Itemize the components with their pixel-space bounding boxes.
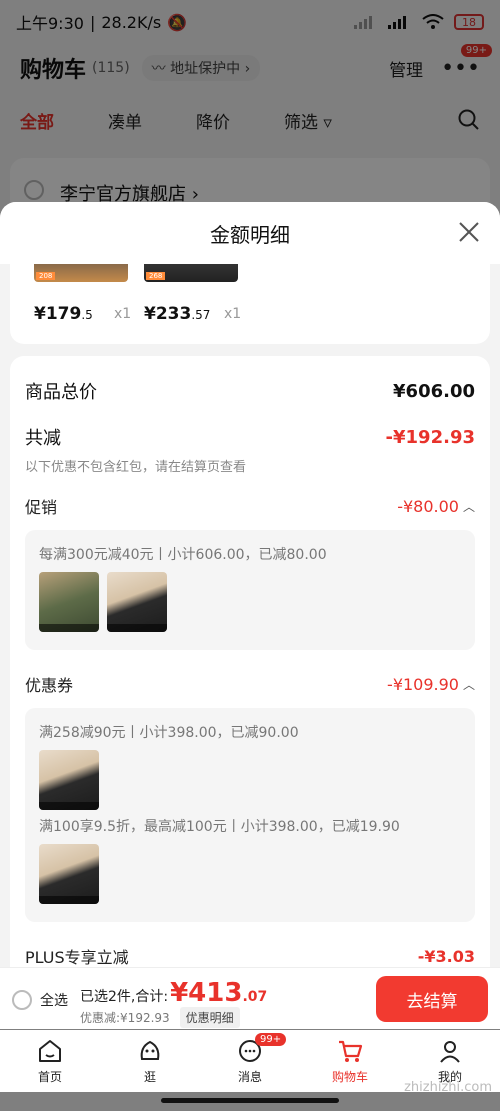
coupon-label: 优惠券 [25, 676, 74, 695]
product-thumbnail [107, 572, 167, 632]
sheet-title: 金额明细 [210, 222, 290, 247]
close-icon[interactable] [458, 221, 480, 243]
product-image: 268 [144, 264, 238, 282]
promo-label: 促销 [25, 498, 58, 517]
nav-home[interactable]: 首页 [0, 1030, 100, 1092]
nav-browse[interactable]: 逛 [100, 1030, 200, 1092]
select-all[interactable]: 全选 [12, 990, 68, 1010]
discount-amount: 优惠减:¥192.93 [80, 1011, 170, 1025]
plus-row: PLUS专享立减 -¥3.03 [25, 944, 475, 968]
coupon-detail-box: 满258减90元丨小计398.00，已减90.00 满100享9.5折，最高减1… [25, 708, 475, 922]
selected-products-card: 208 268 ¥179.5 x1 ¥233.57 x1 [10, 264, 490, 344]
messages-badge: 99+ [255, 1033, 287, 1046]
discount-line: 优惠减:¥192.93 优惠明细 [80, 1007, 240, 1028]
product-thumbnail [39, 572, 99, 632]
product-price: ¥179.5 [34, 304, 93, 324]
coupon-desc-2: 满100享9.5折，最高减100元丨小计398.00，已减19.90 [39, 819, 400, 835]
selected-summary: 已选2件,合计: ¥413.07 [80, 978, 267, 1008]
discount-detail-button[interactable]: 优惠明细 [179, 1007, 240, 1028]
plus-label: PLUS专享立减 [25, 948, 129, 967]
coupon-value: -¥109.90 ︿ [387, 674, 475, 694]
promo-row[interactable]: 促销 -¥80.00 ︿ [25, 494, 475, 518]
plus-value: -¥3.03 [417, 946, 475, 966]
product-qty: x1 [224, 306, 242, 322]
chevron-up-icon: ︿ [462, 677, 475, 692]
discount-label: 共减 [25, 428, 61, 449]
discount-row: 共减 -¥192.93 [25, 424, 475, 450]
checkout-button[interactable]: 去结算 [376, 976, 488, 1022]
amount-detail-sheet: 金额明细 208 268 ¥179.5 x1 ¥233.57 x1 商品总价 ¥… [0, 202, 500, 972]
coupon-row[interactable]: 优惠券 -¥109.90 ︿ [25, 672, 475, 696]
nav-messages[interactable]: 消息 99+ [200, 1030, 300, 1092]
promo-value: -¥80.00 ︿ [397, 496, 475, 516]
total-value: ¥606.00 [393, 380, 475, 402]
watermark-text: zhizhizhi.com [404, 1080, 492, 1095]
product-thumbnail [39, 844, 99, 904]
product-price: ¥233.57 [144, 304, 211, 324]
discount-value: -¥192.93 [385, 426, 475, 448]
sheet-header: 金额明细 [0, 202, 500, 264]
home-indicator[interactable] [161, 1098, 339, 1103]
selected-label: 已选2件,合计: [80, 989, 169, 1005]
product-qty: x1 [114, 306, 132, 322]
cart-icon [339, 1040, 363, 1062]
product-image: 208 [34, 264, 128, 282]
home-icon [39, 1040, 61, 1062]
discount-note: 以下优惠不包含红包，请在结算页查看 [25, 460, 247, 475]
coupon-desc-1: 满258减90元丨小计398.00，已减90.00 [39, 725, 299, 741]
checkout-total: ¥413.07 [170, 978, 268, 1008]
select-all-checkbox[interactable] [12, 990, 32, 1010]
promo-desc: 每满300元减40元丨小计606.00，已减80.00 [39, 547, 327, 563]
total-label: 商品总价 [25, 382, 97, 403]
browse-icon [140, 1040, 160, 1060]
profile-icon [440, 1041, 460, 1063]
chevron-up-icon: ︿ [462, 499, 475, 514]
total-row: 商品总价 ¥606.00 [25, 378, 475, 404]
select-all-label: 全选 [40, 993, 68, 1009]
promo-detail-box: 每满300元减40元丨小计606.00，已减80.00 [25, 530, 475, 650]
checkout-bar: 全选 已选2件,合计: ¥413.07 优惠减:¥192.93 优惠明细 去结算 [0, 967, 500, 1029]
product-thumbnail [39, 750, 99, 810]
nav-cart[interactable]: 购物车 [300, 1030, 400, 1092]
price-summary-card: 商品总价 ¥606.00 共减 -¥192.93 以下优惠不包含红包，请在结算页… [10, 356, 490, 972]
